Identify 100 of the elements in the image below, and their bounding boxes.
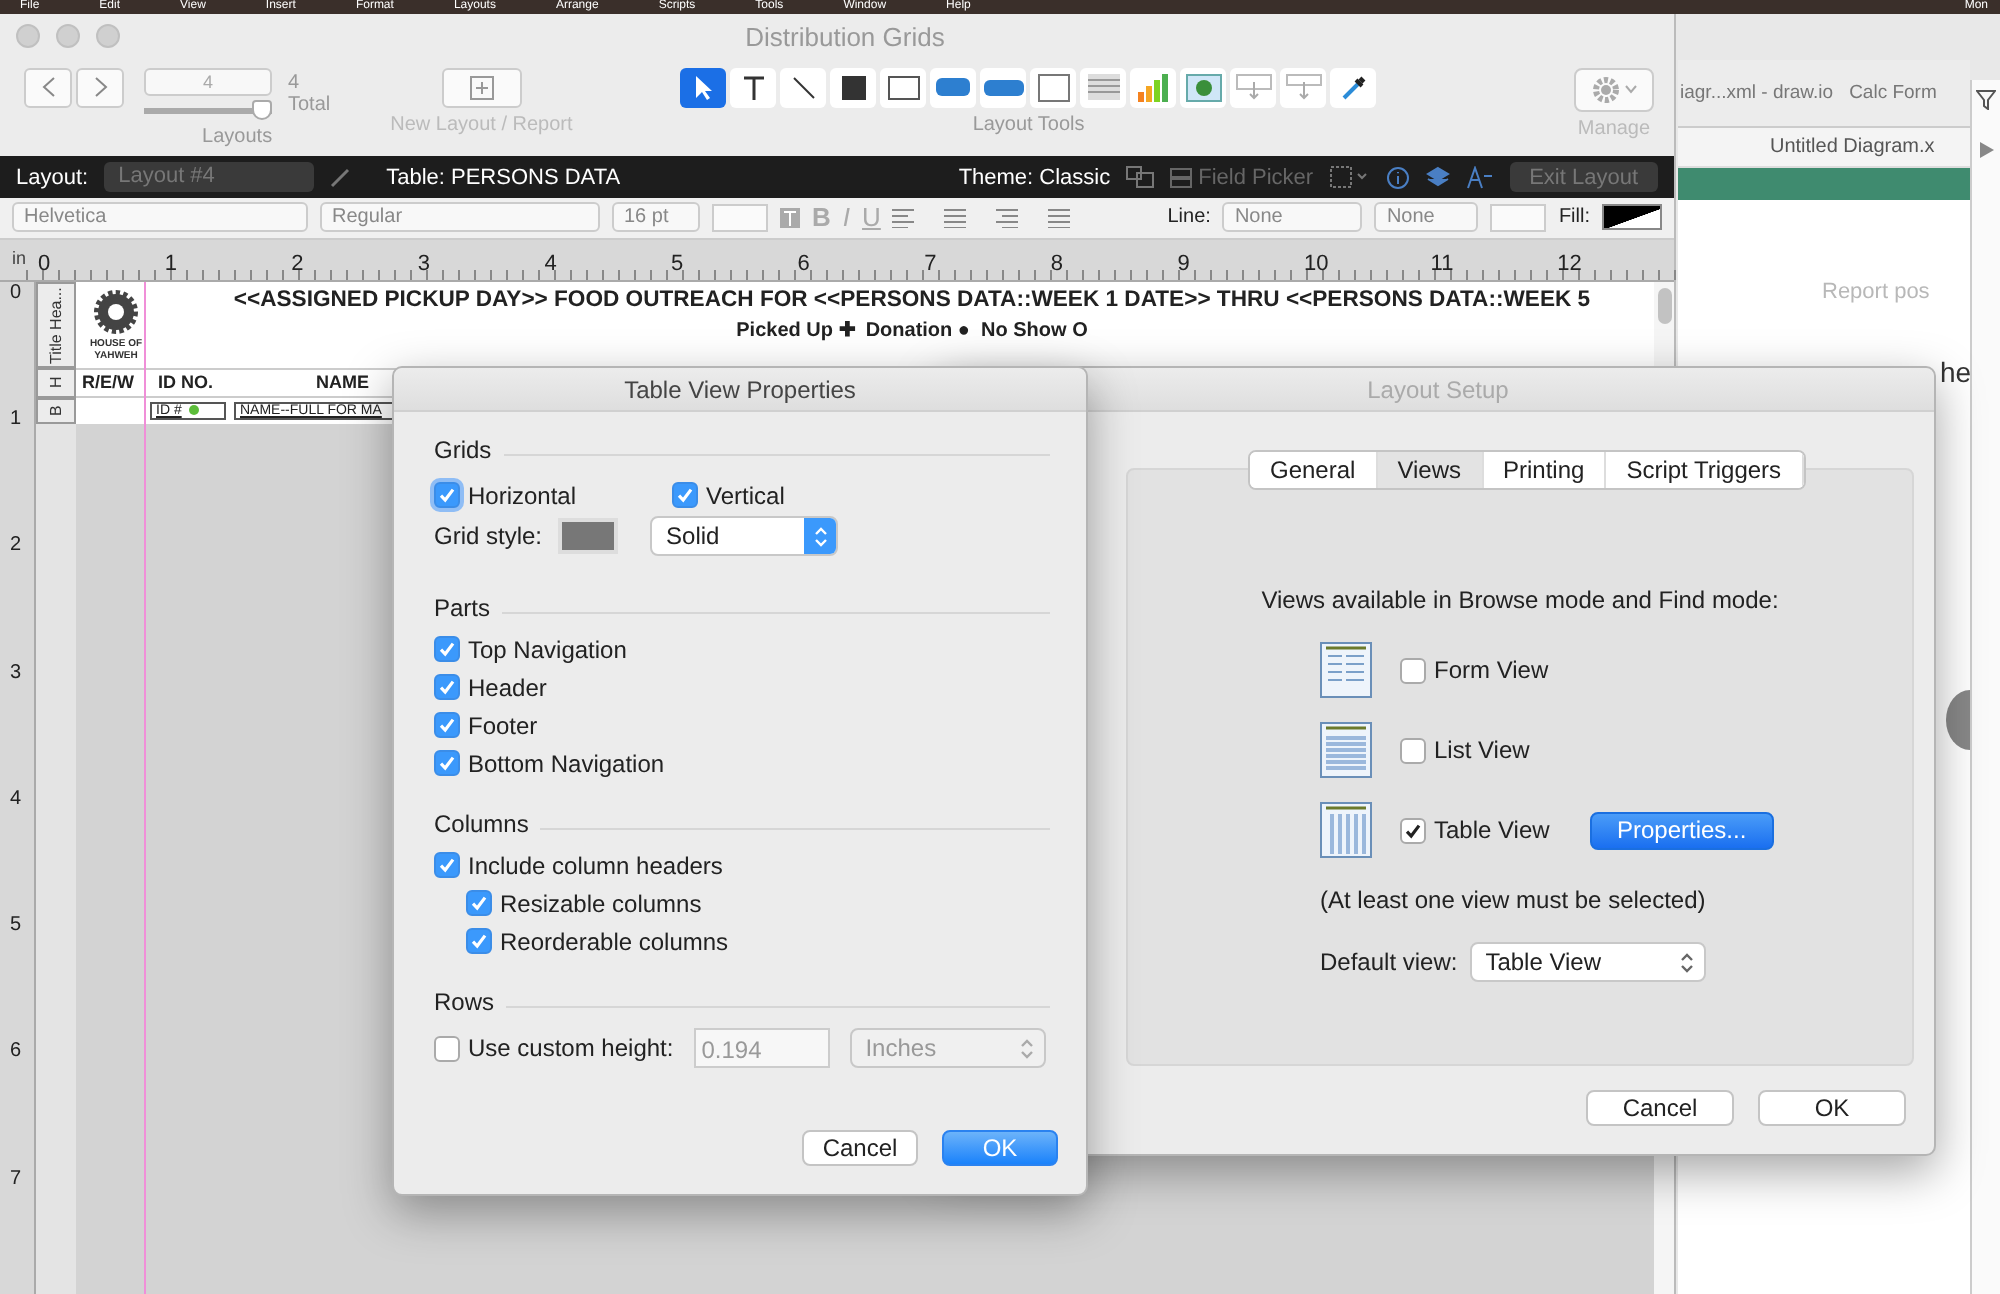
pointer-icon bbox=[691, 73, 716, 102]
disclosure-triangle-icon[interactable] bbox=[1979, 142, 1993, 158]
checkbox[interactable] bbox=[434, 1035, 460, 1061]
checkbox[interactable] bbox=[1400, 737, 1426, 763]
checkbox-label: Form View bbox=[1434, 656, 1549, 684]
cancel-button[interactable]: Cancel bbox=[1586, 1090, 1734, 1126]
checkbox-label: Bottom Navigation bbox=[468, 749, 665, 777]
filter-icon[interactable] bbox=[1976, 90, 1996, 110]
layout-slider[interactable] bbox=[144, 99, 272, 120]
layout-count: 4 bbox=[288, 71, 302, 94]
theme-icon[interactable] bbox=[1126, 166, 1155, 189]
checkbox-label: Footer bbox=[468, 711, 538, 739]
text-highlight-icon[interactable] bbox=[780, 207, 800, 228]
list-view-icon bbox=[1320, 722, 1372, 778]
fill-label: Fill: bbox=[1558, 206, 1590, 229]
ruler-number: 4 bbox=[8, 787, 24, 814]
ruler-unit: in bbox=[10, 245, 27, 272]
layers-icon[interactable] bbox=[1425, 165, 1450, 190]
form-view-icon bbox=[1320, 642, 1372, 698]
browser-tab[interactable]: Untitled Diagram.x bbox=[1678, 128, 1970, 168]
checkbox[interactable] bbox=[434, 636, 460, 662]
views-note: (At least one view must be selected) bbox=[1320, 886, 1706, 914]
settings-icon bbox=[1591, 75, 1619, 104]
button-tool-icon bbox=[936, 78, 971, 97]
cancel-button[interactable]: Cancel bbox=[802, 1130, 918, 1166]
status-dot-icon bbox=[187, 404, 200, 417]
ruler-number: 9 bbox=[1177, 249, 1192, 280]
insert-part-icon bbox=[1285, 74, 1322, 101]
section-heading: Grids bbox=[434, 436, 492, 464]
tab[interactable]: Views bbox=[1377, 452, 1483, 488]
grid-color-swatch[interactable] bbox=[558, 518, 619, 554]
insert-field-icon bbox=[1235, 74, 1272, 101]
ruler-number: 1 bbox=[8, 407, 24, 434]
checkbox[interactable] bbox=[466, 928, 492, 954]
browser-tab[interactable]: Calc Form bbox=[1849, 82, 1937, 104]
grid-style-select[interactable]: Solid bbox=[650, 516, 839, 556]
pencil-icon[interactable] bbox=[330, 167, 351, 188]
bar-chart-icon bbox=[1138, 73, 1169, 102]
font-size-icon[interactable] bbox=[1465, 165, 1494, 190]
ruler-number: 0 bbox=[8, 281, 24, 308]
views-intro: Views available in Browse mode and Find mode: bbox=[1261, 586, 1779, 614]
line-label: Line: bbox=[1167, 206, 1211, 229]
checkbox[interactable] bbox=[434, 674, 460, 700]
checkbox[interactable] bbox=[1400, 657, 1426, 683]
section-heading: Columns bbox=[434, 810, 529, 838]
ruler-number: 2 bbox=[8, 534, 24, 561]
layout-label: Layout: bbox=[16, 165, 89, 190]
tool-button[interactable] bbox=[880, 67, 927, 108]
tab[interactable]: General bbox=[1250, 452, 1378, 488]
selection-icon[interactable] bbox=[1329, 166, 1370, 189]
list-tool-icon bbox=[1087, 74, 1120, 101]
part-label[interactable]: Title Hea... bbox=[36, 281, 76, 368]
part-label[interactable]: B bbox=[36, 397, 76, 424]
rectangle-tool-icon bbox=[841, 75, 866, 100]
total-label: Total bbox=[288, 93, 331, 116]
ruler-number: 12 bbox=[1557, 249, 1584, 280]
checkbox-label: Table View bbox=[1434, 816, 1550, 844]
table-name: Table: PERSONS DATA bbox=[386, 165, 621, 190]
checkbox[interactable] bbox=[434, 482, 460, 508]
checkbox-label: List View bbox=[1434, 736, 1530, 764]
text-color-field[interactable] bbox=[712, 203, 768, 232]
status-legend: Picked Up ✚ Donation ● No Show O bbox=[736, 317, 1088, 342]
tool-button[interactable] bbox=[730, 67, 777, 108]
tool-button[interactable] bbox=[780, 67, 827, 108]
line-color-field[interactable] bbox=[1490, 203, 1547, 232]
properties-button[interactable]: Properties... bbox=[1589, 811, 1774, 849]
scrollbar-thumb[interactable] bbox=[1657, 287, 1671, 324]
back-button[interactable] bbox=[24, 67, 72, 108]
checkbox[interactable] bbox=[434, 750, 460, 776]
table-view-icon bbox=[1320, 802, 1372, 858]
info-icon[interactable] bbox=[1385, 165, 1410, 190]
checkbox[interactable] bbox=[434, 852, 460, 878]
checkbox[interactable] bbox=[672, 482, 699, 508]
ruler-number: 4 bbox=[544, 249, 559, 280]
checkbox[interactable] bbox=[466, 890, 492, 916]
fill-swatch[interactable] bbox=[1602, 204, 1662, 231]
ruler-number: 7 bbox=[924, 249, 939, 280]
default-view-select[interactable]: Table View bbox=[1469, 942, 1706, 982]
tool-button[interactable] bbox=[1330, 67, 1377, 108]
stepper-icon[interactable] bbox=[1680, 951, 1695, 973]
browser-tab[interactable]: iagr...xml - draw.io bbox=[1680, 82, 1834, 104]
settings-button[interactable] bbox=[1574, 67, 1654, 112]
checkbox[interactable] bbox=[1400, 817, 1426, 843]
column-header: ID NO. bbox=[156, 372, 216, 393]
tool-button[interactable] bbox=[830, 67, 877, 108]
ruler-number: 5 bbox=[8, 914, 24, 941]
plus-icon bbox=[469, 75, 494, 100]
forward-button[interactable] bbox=[76, 67, 124, 108]
checkbox-label: Reorderable columns bbox=[500, 927, 729, 955]
heading-text: he bbox=[1940, 356, 1972, 388]
part-label[interactable]: H bbox=[36, 367, 76, 398]
chevron-right-icon bbox=[93, 76, 107, 99]
ok-button[interactable]: OK bbox=[1758, 1090, 1906, 1126]
section-heading: Parts bbox=[434, 594, 491, 622]
ruler-number: 3 bbox=[8, 661, 24, 687]
text-tool-icon bbox=[741, 73, 766, 102]
checkbox[interactable] bbox=[434, 712, 460, 738]
ruler-number: 8 bbox=[1050, 249, 1066, 280]
new-layout-button[interactable] bbox=[441, 67, 522, 108]
align-icons[interactable] bbox=[892, 207, 1073, 228]
